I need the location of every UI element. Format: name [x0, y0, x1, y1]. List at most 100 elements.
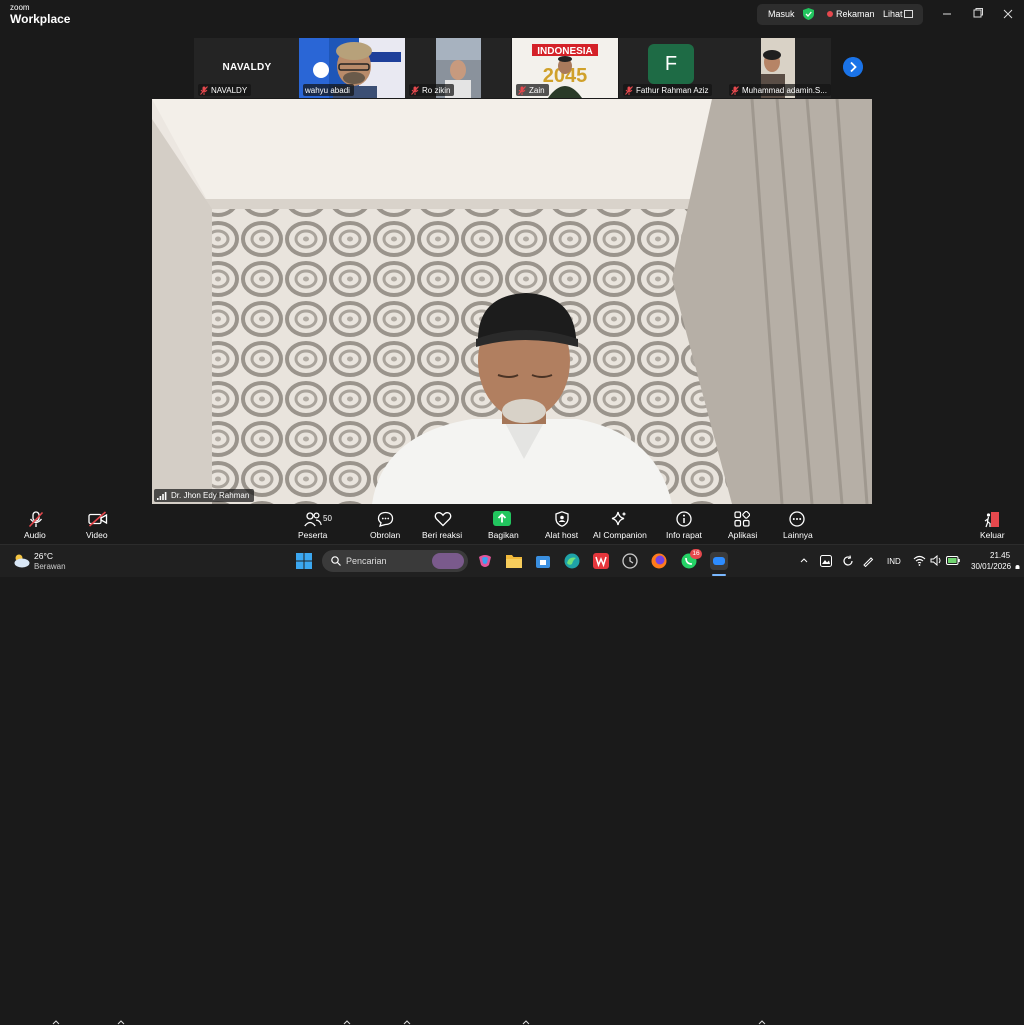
shield-icon[interactable] [803, 8, 814, 20]
title-bar: zoom Workplace Masuk Rekaman Lihat [0, 0, 1024, 30]
sparkle-icon [611, 511, 627, 526]
chevron-right-icon[interactable] [843, 57, 863, 77]
share-label: Bagikan [488, 530, 519, 540]
notification-bell-icon[interactable] [1014, 564, 1021, 571]
file-explorer-icon[interactable] [506, 553, 522, 568]
leave-button[interactable]: Keluar [978, 505, 1008, 544]
taskbar-search[interactable]: Pencarian [322, 550, 468, 572]
search-highlight-icon [432, 553, 464, 569]
audio-options-chevron-icon[interactable] [52, 1019, 60, 1025]
whatsapp-notification-badge: 16 [690, 549, 702, 559]
wifi-icon[interactable] [913, 555, 926, 566]
chevron-up-icon[interactable] [800, 557, 808, 563]
more-button[interactable]: Lainnya [782, 505, 814, 544]
participant-name-tag: wahyu abadi [303, 84, 354, 96]
weather-description[interactable]: Berawan [34, 562, 66, 571]
participant-tile[interactable]: Ro zikin [405, 38, 511, 98]
participant-tile[interactable]: wahyu abadi [299, 38, 405, 98]
apps-options-chevron-icon[interactable] [758, 1019, 766, 1025]
search-placeholder: Pencarian [346, 556, 387, 566]
participant-tile[interactable]: F Fathur Rahman Aziz [619, 38, 725, 98]
apps-button[interactable]: Aplikasi [727, 505, 759, 544]
host-tools-label: Alat host [545, 530, 579, 540]
share-options-chevron-icon[interactable] [522, 1019, 530, 1025]
sign-in-button[interactable]: Masuk [768, 9, 795, 19]
video-options-chevron-icon[interactable] [117, 1019, 125, 1025]
info-icon [676, 511, 692, 527]
reactions-button[interactable]: Beri reaksi [422, 505, 464, 544]
meeting-toolbar: Audio Video 50 Peserta Obrolan Beri reak… [0, 505, 1024, 1025]
ai-companion-button[interactable]: AI Companion [592, 505, 648, 544]
speaker-name: Dr. Jhon Edy Rahman [171, 491, 250, 500]
share-button[interactable]: Bagikan [486, 505, 520, 544]
search-icon [331, 556, 341, 566]
clock-date[interactable]: 30/01/2026 [971, 562, 1011, 571]
participant-name: Ro zikin [422, 85, 451, 95]
logo-line2: Workplace [10, 12, 71, 26]
chat-button[interactable]: Obrolan [370, 505, 404, 544]
copilot-icon[interactable] [477, 553, 493, 569]
reactions-label: Beri reaksi [422, 530, 463, 540]
avatar-letter: F [664, 53, 678, 75]
recording-dot-icon [827, 11, 833, 17]
more-label: Lainnya [783, 530, 813, 540]
participant-name: Muhammad adamin.S... [742, 85, 827, 95]
meeting-info-button[interactable]: Info rapat [665, 505, 703, 544]
participant-name: Fathur Rahman Aziz [636, 85, 709, 95]
participant-name-tag: Fathur Rahman Aziz [623, 84, 713, 96]
speaker-name-tag: Dr. Jhon Edy Rahman [154, 489, 255, 502]
tray-photos-icon[interactable] [820, 555, 832, 567]
mic-muted-icon [200, 85, 208, 95]
video-button[interactable]: Video [86, 505, 116, 544]
maximize-icon[interactable] [968, 6, 986, 22]
participant-name-tag: Zain [516, 84, 549, 96]
participant-tile[interactable]: Muhammad adamin.S... [725, 38, 831, 98]
apps-label: Aplikasi [728, 530, 758, 540]
participant-tile[interactable]: INDONESIA 2045 Zain [512, 38, 618, 98]
grid-view-icon[interactable] [904, 10, 913, 18]
volume-icon[interactable] [930, 555, 943, 566]
app-store-icon[interactable] [535, 553, 551, 569]
host-tools-button[interactable]: Alat host [544, 505, 580, 544]
participants-count: 50 [323, 514, 332, 523]
participants-label: Peserta [298, 530, 328, 540]
recording-label[interactable]: Rekaman [836, 9, 875, 19]
audio-button[interactable]: Audio [22, 505, 52, 544]
participant-name-tag: Muhammad adamin.S... [729, 84, 831, 96]
weather-temperature[interactable]: 26°C [34, 551, 53, 561]
video-label: Video [86, 530, 108, 540]
close-icon[interactable] [999, 6, 1017, 22]
participants-options-chevron-icon[interactable] [343, 1019, 351, 1025]
apps-icon [734, 511, 750, 527]
weather-cloud-icon[interactable] [12, 553, 30, 568]
view-button[interactable]: Lihat [883, 9, 903, 19]
chat-options-chevron-icon[interactable] [403, 1019, 411, 1025]
windows-start-icon[interactable] [296, 553, 312, 569]
firefox-icon[interactable] [651, 553, 667, 569]
battery-icon[interactable] [946, 556, 960, 565]
participants-button[interactable]: 50 Peserta [298, 505, 338, 544]
video-off-icon [88, 511, 108, 527]
clock-time[interactable]: 21.45 [990, 551, 1010, 560]
mic-muted-icon [28, 511, 44, 528]
speaker-video-frame [152, 99, 872, 504]
wps-office-icon[interactable] [593, 553, 609, 569]
participant-name: Zain [529, 85, 545, 95]
minimize-icon[interactable] [938, 6, 956, 22]
edge-browser-icon[interactable] [564, 553, 580, 569]
windows-taskbar: 26°C Berawan Pencarian 16 IND 21.45 30/0… [0, 544, 1024, 577]
participant-name: NAVALDY [211, 85, 248, 95]
audio-label: Audio [24, 530, 46, 540]
logo-line1: zoom [10, 3, 30, 12]
tray-sync-icon[interactable] [842, 555, 854, 567]
meeting-info-label: Info rapat [666, 530, 702, 540]
tray-pen-icon[interactable] [862, 555, 874, 567]
more-icon [789, 511, 805, 527]
participant-tile[interactable]: NAVALDY NAVALDY [194, 38, 300, 98]
active-speaker-video[interactable]: Dr. Jhon Edy Rahman [152, 99, 872, 504]
clock-app-icon[interactable] [622, 553, 638, 569]
mic-muted-icon [411, 85, 419, 95]
language-indicator[interactable]: IND [887, 557, 901, 566]
zoom-app-icon[interactable] [710, 552, 728, 570]
leave-door-icon [984, 512, 999, 528]
